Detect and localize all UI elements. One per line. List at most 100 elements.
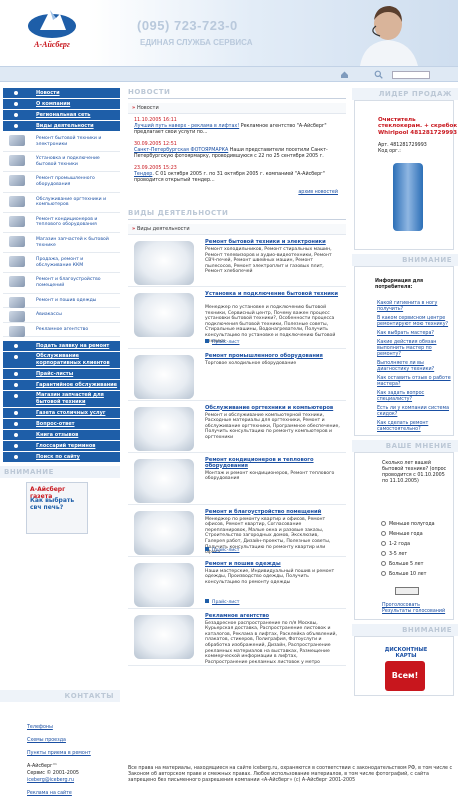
radio-icon[interactable]	[381, 531, 386, 536]
promo-product-image	[393, 163, 423, 231]
subnav-item[interactable]: Ремонт и благоустройство помещений	[3, 273, 120, 294]
newspaper-banner[interactable]: А-Айсберг газета Как выбрать свч печь?	[26, 482, 88, 535]
poll-vote-link[interactable]: Проголосовать	[382, 603, 420, 608]
info-list-item: Как выбрать мастера?	[377, 331, 453, 337]
radio-icon[interactable]	[381, 571, 386, 576]
ad-link[interactable]: Реклама на сайте	[27, 791, 72, 796]
info-link[interactable]: В каком сервисном центре ремонтируют мою…	[377, 316, 448, 327]
radio-icon[interactable]	[381, 551, 386, 556]
activity-row: Обслуживание оргтехники и компьютеров Рем…	[128, 401, 346, 453]
subnav-item[interactable]: Ремонт бытовой техники и электроники	[3, 132, 120, 153]
points-link[interactable]: Пункты приема в ремонт	[27, 751, 91, 756]
nav-item[interactable]: О компании	[3, 99, 120, 109]
header-phone: (095) 723-723-0	[137, 18, 238, 33]
poll-option[interactable]: 1-2 года	[381, 541, 435, 551]
radio-icon[interactable]	[381, 521, 386, 526]
price-list-link[interactable]: Прайс-лист	[205, 599, 239, 605]
subnav-item[interactable]: Обслуживание оргтехники и компьютеров	[3, 193, 120, 213]
radio-icon[interactable]	[381, 541, 386, 546]
price-list-link[interactable]: Прайс-лист	[205, 339, 239, 345]
subnav-label: Ремонт бытовой техники и электроники	[36, 136, 102, 147]
scheme-link[interactable]: Схемы проезда	[27, 738, 66, 743]
info-list-item: Как задать вопрос специалисту?	[377, 391, 453, 403]
consumer-info-links: Какой гигиенита в ногу получить? В каком …	[377, 301, 453, 436]
search-input[interactable]	[392, 71, 430, 79]
footer-copyright: Все права на материалы, находящиеся на с…	[128, 766, 453, 783]
subnav-item[interactable]: Ремонт кондиционеров и теплового оборудо…	[3, 213, 120, 233]
top-toolbar	[0, 66, 458, 82]
nav-item[interactable]: Глоссарий терминов	[3, 441, 120, 452]
activity-title[interactable]: Рекламное агентство	[205, 613, 340, 619]
news-link[interactable]: Лучший путь наверх - реклама в лифтах!	[134, 124, 239, 129]
subnav-item[interactable]: Установка и подключение бытовой техники	[3, 152, 120, 173]
subnav-item[interactable]: Магазин запчастей к бытовой технике	[3, 233, 120, 254]
activity-title[interactable]: Ремонт бытовой техники и электроники	[205, 239, 340, 245]
activity-title[interactable]: Установка и подключение бытовой техники	[205, 291, 340, 297]
info-link[interactable]: Как выбрать мастера?	[377, 331, 434, 336]
bestseller-box[interactable]: Очиститель стеклокерам. + скребок Whirlp…	[354, 100, 457, 250]
promo-title: Очиститель стеклокерам. + скребок Whirlp…	[378, 117, 458, 136]
phones-link[interactable]: Телефоны	[27, 725, 53, 730]
poll-option[interactable]: 3-5 лет	[381, 551, 435, 561]
poll-option[interactable]: Больше 5 лет	[381, 561, 435, 571]
activity-title[interactable]: Ремонт и пошив одежды	[205, 561, 340, 567]
activity-title[interactable]: Обслуживание оргтехники и компьютеров	[205, 405, 340, 411]
poll-submit-button[interactable]	[395, 587, 419, 595]
poll-option[interactable]: Меньше года	[381, 531, 435, 541]
info-link[interactable]: Как оставить отзыв о работе мастера?	[377, 376, 451, 387]
price-list-link[interactable]: Прайс-лист	[205, 547, 239, 553]
activity-title[interactable]: Ремонт промышленного оборудования	[205, 353, 340, 359]
poll-results-link[interactable]: Результаты голосований	[382, 609, 445, 614]
activity-desc: Монтаж и ремонт кондиционеров, Ремонт те…	[205, 470, 335, 482]
info-link[interactable]: Как задать вопрос специалисту?	[377, 391, 424, 402]
email-link[interactable]: iceberg@iceberg.ru	[27, 778, 74, 783]
info-list-item: Какие действия обязан выполнить мастер п…	[377, 340, 453, 358]
activity-title[interactable]: Ремонт и благоустройство помещений	[205, 509, 340, 515]
header-service: ЕДИНАЯ СЛУЖБА СЕРВИСА	[140, 38, 253, 47]
subnav-label: Ремонт и пошив одежды	[36, 297, 97, 303]
subnav-item[interactable]: Авиакассы	[3, 308, 120, 323]
subnav-thumb-icon	[9, 256, 25, 268]
subnav-item[interactable]: Рекламное агентство	[3, 323, 120, 338]
nav-item[interactable]: Книга отзывов	[3, 430, 120, 441]
nav-item[interactable]: Обслуживание корпоративных клиентов	[3, 352, 120, 369]
nav-item[interactable]: Поиск по сайту	[3, 452, 120, 463]
poll-option[interactable]: Больше 10 лет	[381, 571, 435, 581]
subnav-item[interactable]: Ремонт и пошив одежды	[3, 294, 120, 309]
subnav-thumb-icon	[9, 311, 25, 323]
nav-item[interactable]: Региональная сеть	[3, 110, 120, 120]
search-icon[interactable]	[374, 70, 383, 79]
news-breadcrumb: » Новости	[128, 103, 346, 114]
subnav-item[interactable]: Ремонт промышленного оборудования	[3, 172, 120, 193]
activity-row: Установка и подключение бытовой техники М…	[128, 287, 346, 349]
news-archive-link[interactable]: архив новостей	[298, 190, 338, 195]
activity-row: Ремонт и пошив одежды Наши мастерские, Ин…	[128, 557, 346, 609]
home-icon[interactable]	[340, 70, 349, 79]
info-link[interactable]: Какой гигиенита в ногу получить?	[377, 301, 437, 312]
subnav-label: Магазин запчастей к бытовой технике	[36, 236, 109, 248]
news-heading: НОВОСТИ	[128, 88, 346, 99]
info-link[interactable]: Выполняете ли вы диагностику техники?	[377, 361, 434, 372]
subnav-thumb-icon	[9, 235, 25, 247]
info-link[interactable]: Какие действия обязан выполнить мастер п…	[377, 340, 436, 357]
nav-item[interactable]: Гарантийное обслуживание	[3, 380, 120, 391]
nav-item[interactable]: Новости	[3, 88, 120, 98]
logo[interactable]: А-Айсберг	[26, 6, 78, 52]
info-list-item: Есть ли у компании система скидок?	[377, 406, 453, 418]
nav-item[interactable]: Газета столичных услуг	[3, 408, 120, 419]
activity-title[interactable]: Ремонт кондиционеров и теплового оборудо…	[205, 457, 340, 469]
nav-item[interactable]: Вопрос-ответ	[3, 419, 120, 430]
radio-icon[interactable]	[381, 561, 386, 566]
nav-item[interactable]: Виды деятельности	[3, 121, 120, 131]
info-link[interactable]: Есть ли у компании система скидок?	[377, 406, 449, 417]
info-list-item: Какой гигиенита в ногу получить?	[377, 301, 453, 313]
nav-item[interactable]: Прайс-листы	[3, 369, 120, 380]
news-link[interactable]: Тендер	[134, 172, 152, 177]
subnav-item[interactable]: Продажа, ремонт и обслуживание ККМ	[3, 253, 120, 274]
nav-item[interactable]: Магазин запчастей для бытовой техники	[3, 391, 120, 408]
nav-item[interactable]: Подать заявку на ремонт	[3, 341, 120, 352]
discount-cards-banner[interactable]: ДИСКОНТНЫЕ КАРТЫ Всем!	[354, 636, 454, 696]
info-link[interactable]: Как сделать ремонт самостоятельно?	[377, 421, 428, 432]
poll-option[interactable]: Меньше полугода	[381, 521, 435, 531]
news-link[interactable]: Санкт-Петербургская ФОТОЯРМАРКА	[134, 148, 228, 153]
